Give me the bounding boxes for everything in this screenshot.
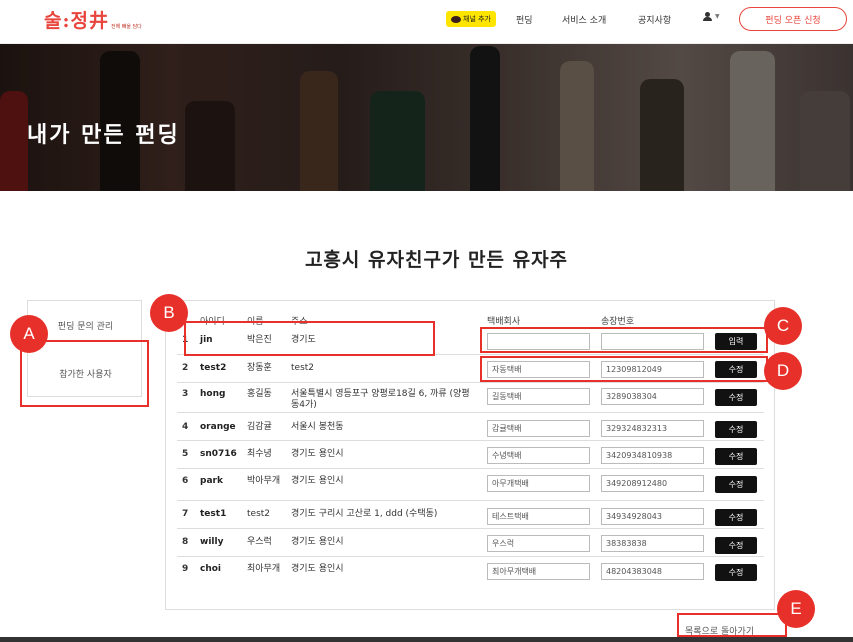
- annotation-box-e: [677, 613, 787, 637]
- chevron-down-icon: ▼: [715, 13, 720, 20]
- row-address: 경기도 구리시 고산로 1, ddd (수택동): [291, 509, 438, 519]
- row-address: 경기도 용인시: [291, 449, 344, 459]
- table-row: 5 sn0716 최수녕 경기도 용인시 수정: [177, 441, 764, 469]
- annotation-marker-b: B: [150, 294, 188, 332]
- funding-open-button[interactable]: 펀딩 오픈 신청: [739, 7, 847, 31]
- hero-banner: 내가 만든 펀딩: [0, 44, 853, 191]
- column-header-courier: 택배회사: [487, 317, 521, 327]
- table-row: 8 willy 우스럭 경기도 용인시 수정: [177, 529, 764, 557]
- row-number: 6: [182, 476, 189, 486]
- row-user-name: 박아무개: [247, 476, 281, 486]
- row-user-id: sn0716: [200, 449, 237, 459]
- logo-text: 술:정井: [44, 10, 109, 32]
- top-nav: 술:정井 전해 빼울 담다 채널 추가 펀딩 서비스 소개 공지사항 ▼ 펀딩 …: [0, 0, 853, 44]
- annotation-box-a: [20, 340, 149, 407]
- table-row: 9 choi 최아무개 경기도 용인시 수정: [177, 557, 764, 591]
- annotation-marker-c: C: [764, 307, 802, 345]
- row-address: 서울시 봉천동: [291, 422, 344, 432]
- tracking-input[interactable]: [601, 420, 704, 437]
- courier-input[interactable]: [487, 535, 590, 552]
- column-header-tracking: 송장번호: [601, 317, 635, 327]
- annotation-box-c: [480, 327, 768, 353]
- table-row: 3 hong 홍길동 서울특별시 영등포구 양평로18길 6, 까류 (양평동4…: [177, 383, 764, 413]
- tracking-input[interactable]: [601, 447, 704, 464]
- row-address: 경기도 용인시: [291, 537, 344, 547]
- tracking-input[interactable]: [601, 475, 704, 492]
- courier-input[interactable]: [487, 475, 590, 492]
- hero-title: 내가 만든 펀딩: [27, 123, 180, 148]
- table-row: 6 park 박아무개 경기도 용인시 수정: [177, 469, 764, 501]
- table-row: 4 orange 김감귤 서울시 봉천동 수정: [177, 413, 764, 441]
- row-number: 9: [182, 564, 189, 574]
- edit-button[interactable]: 수정: [715, 509, 757, 526]
- courier-input[interactable]: [487, 420, 590, 437]
- courier-input[interactable]: [487, 563, 590, 580]
- edit-button[interactable]: 수정: [715, 476, 757, 493]
- page-title: 고흥시 유자친구가 만든 유자주: [304, 249, 569, 271]
- nav-link-funding[interactable]: 펀딩: [516, 13, 533, 26]
- table-row: 7 test1 test2 경기도 구리시 고산로 1, ddd (수택동) 수…: [177, 501, 764, 529]
- user-icon: [703, 12, 712, 21]
- site-logo[interactable]: 술:정井 전해 빼울 담다: [44, 6, 142, 33]
- logo-tagline: 전해 빼울 담다: [110, 24, 142, 30]
- row-user-id: park: [200, 476, 223, 486]
- row-user-name: 최수녕: [247, 449, 272, 459]
- annotation-marker-e: E: [777, 590, 815, 628]
- edit-button[interactable]: 수정: [715, 389, 757, 406]
- row-user-name: 홍길동: [247, 389, 272, 399]
- annotation-marker-a: A: [10, 315, 48, 353]
- edit-button[interactable]: 수정: [715, 421, 757, 438]
- row-user-name: 장동훈: [247, 363, 272, 373]
- row-user-name: 우스럭: [247, 537, 272, 547]
- row-number: 8: [182, 537, 189, 547]
- row-number: 3: [182, 389, 189, 399]
- row-user-id: test1: [200, 509, 227, 519]
- tracking-input[interactable]: [601, 535, 704, 552]
- courier-input[interactable]: [487, 508, 590, 525]
- row-address: test2: [291, 363, 315, 373]
- annotation-marker-d: D: [764, 352, 802, 390]
- tracking-input[interactable]: [601, 563, 704, 580]
- row-address: 서울특별시 영등포구 양평로18길 6, 까류 (양평동4가): [291, 389, 470, 410]
- courier-input[interactable]: [487, 388, 590, 405]
- row-user-name: 김감귤: [247, 422, 272, 432]
- annotation-box-b: [184, 321, 435, 356]
- edit-button[interactable]: 수정: [715, 448, 757, 465]
- user-menu[interactable]: ▼: [703, 12, 720, 21]
- tracking-input[interactable]: [601, 508, 704, 525]
- nav-link-service[interactable]: 서비스 소개: [562, 13, 606, 26]
- row-number: 2: [182, 363, 189, 373]
- row-user-name: 최아무개: [247, 564, 281, 574]
- row-address: 경기도 용인시: [291, 564, 344, 574]
- bottom-bar: [0, 637, 853, 642]
- kakao-channel-label: 채널 추가: [463, 15, 491, 23]
- row-user-id: test2: [200, 363, 227, 373]
- edit-button[interactable]: 수정: [715, 537, 757, 554]
- row-address: 경기도 용인시: [291, 476, 344, 486]
- row-user-id: choi: [200, 564, 222, 574]
- row-number: 5: [182, 449, 189, 459]
- courier-input[interactable]: [487, 447, 590, 464]
- tracking-input[interactable]: [601, 388, 704, 405]
- row-user-id: hong: [200, 389, 226, 399]
- row-number: 7: [182, 509, 189, 519]
- kakao-channel-button[interactable]: 채널 추가: [446, 11, 496, 27]
- edit-button[interactable]: 수정: [715, 564, 757, 581]
- annotation-box-d: [480, 356, 768, 382]
- row-user-id: orange: [200, 422, 236, 432]
- row-number: 4: [182, 422, 189, 432]
- row-user-id: willy: [200, 537, 224, 547]
- nav-link-notice[interactable]: 공지사항: [638, 13, 671, 26]
- row-user-name: test2: [247, 509, 271, 519]
- chat-bubble-icon: [451, 15, 461, 23]
